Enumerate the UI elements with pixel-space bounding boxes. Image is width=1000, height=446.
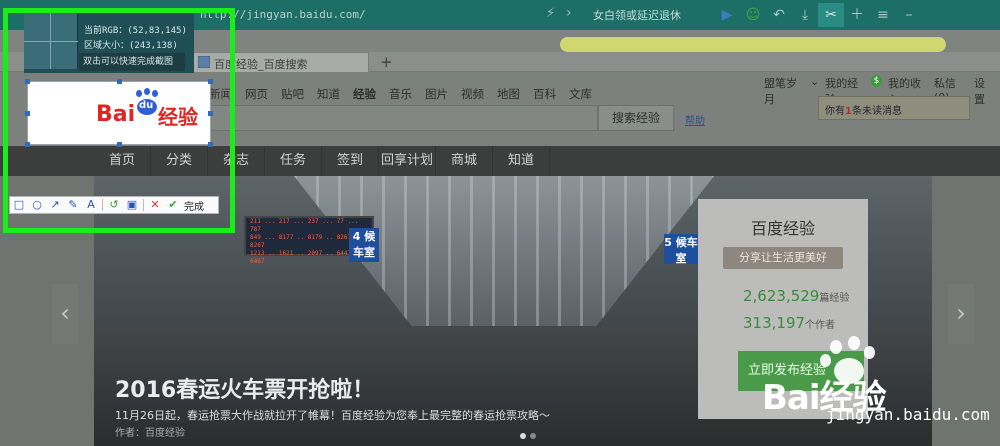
author-count-label: 个作者	[805, 320, 836, 331]
highlight-bar	[560, 37, 946, 52]
waiting-room-sign: 5 候车室	[664, 234, 698, 265]
unread-notice[interactable]: 你有1条未读消息	[818, 96, 970, 120]
search-input[interactable]	[208, 105, 598, 131]
card-slogan: 分享让生活更美好	[723, 247, 843, 269]
nav-wenku[interactable]: 文库	[569, 86, 592, 102]
experience-count-value: 2,623,529	[743, 287, 820, 305]
slide-title[interactable]: 2016春运火车票开抢啦！	[115, 372, 374, 404]
navbar-checkin[interactable]: 签到	[322, 146, 379, 176]
nav-video[interactable]: 视频	[461, 86, 484, 102]
smile-icon[interactable]: ☺	[740, 3, 766, 27]
resize-handle[interactable]	[25, 142, 30, 147]
prev-slide-button[interactable]: ‹	[52, 284, 78, 344]
username[interactable]: 盟笔岁月	[764, 75, 804, 107]
nav-baike[interactable]: 百科	[533, 86, 556, 102]
browser-icon-group: ▶ ☺ ↶ ⤓ ✂ ＋ ≡ –	[714, 3, 922, 27]
browser-search-box[interactable]: 女白领或延迟退休	[585, 4, 710, 24]
notice-count: 1	[845, 106, 852, 117]
card-title: 百度经验	[750, 219, 815, 238]
cancel-icon[interactable]: ✕	[146, 197, 164, 213]
resize-handle[interactable]	[208, 142, 213, 147]
search-button[interactable]: 搜索经验	[598, 105, 674, 131]
money-icon: $	[871, 75, 882, 87]
nav-web[interactable]: 网页	[245, 86, 268, 102]
nav-music[interactable]: 音乐	[389, 86, 412, 102]
settings-link[interactable]: 设置	[974, 75, 994, 107]
browser-search-text: 女白领或延迟退休	[593, 9, 681, 22]
capture-hint: 双击可以快速完成截图	[79, 53, 185, 71]
waiting-room-sign: 4 候车室	[349, 228, 379, 262]
forward-icon[interactable]: ›	[566, 5, 572, 21]
navbar-share-plan[interactable]: 回享计划	[379, 146, 436, 176]
resize-handle[interactable]	[25, 111, 30, 116]
slide-dots	[520, 433, 540, 439]
scissors-icon[interactable]: ✂	[818, 3, 844, 27]
rgb-readout: 当前RGB：(52,83,145)	[84, 26, 187, 36]
minimize-icon[interactable]: –	[896, 3, 922, 27]
nav-map[interactable]: 地图	[497, 86, 520, 102]
next-slide-button[interactable]: ›	[948, 284, 974, 344]
baidu-paw-icon: du	[134, 88, 160, 118]
author-count: 313,197个作者	[743, 314, 835, 332]
undo-tool-icon[interactable]: ↺	[105, 197, 123, 213]
logo-du-text: du	[139, 100, 154, 111]
save-tool-icon[interactable]: ▣	[123, 197, 141, 213]
navbar-zhidao[interactable]: 知道	[493, 146, 550, 176]
capture-toolbar: □ ○ ↗ ✎ A ↺ ▣ ✕ ✔ 完成	[9, 196, 219, 214]
experience-count-label: 篇经验	[819, 293, 850, 304]
slide-dot[interactable]	[520, 433, 526, 439]
notice-suffix: 条未读消息	[851, 106, 902, 117]
nav-jingyan[interactable]: 经验	[353, 86, 376, 102]
size-readout: 区域大小：(243,138)	[84, 41, 178, 51]
rectangle-tool-icon[interactable]: □	[10, 197, 28, 213]
logo-bai-text: Bai	[96, 102, 136, 127]
resize-handle[interactable]	[208, 79, 213, 84]
plus-icon[interactable]: ＋	[844, 3, 870, 27]
nav-images[interactable]: 图片	[425, 86, 448, 102]
capture-selection-area[interactable]: Bai du 经验	[25, 79, 213, 147]
nav-tieba[interactable]: 贴吧	[281, 86, 304, 102]
menu-icon[interactable]: ≡	[870, 3, 896, 27]
brush-tool-icon[interactable]: ✎	[64, 197, 82, 213]
product-nav: 新闻 网页 贴吧 知道 经验 音乐 图片 视频 地图 百科 文库	[209, 86, 605, 102]
download-icon[interactable]: ⤓	[792, 3, 818, 27]
toolbar-divider	[102, 199, 103, 211]
slide-dot[interactable]	[530, 433, 536, 439]
slide-subtitle: 11月26日起，春运抢票大作战就拉开了帷幕！百度经验为您奉上最完整的春运抢票攻略…	[115, 409, 550, 422]
magnifier-preview	[24, 13, 78, 69]
resize-handle[interactable]	[208, 111, 213, 116]
text-tool-icon[interactable]: A	[82, 197, 100, 213]
toolbar-divider	[143, 199, 144, 211]
experience-count: 2,623,529篇经验	[743, 287, 849, 305]
resize-handle[interactable]	[25, 79, 30, 84]
author-count-value: 313,197	[743, 314, 806, 332]
undo-icon[interactable]: ↶	[766, 3, 792, 27]
done-button[interactable]: 完成	[184, 198, 204, 213]
resize-handle[interactable]	[117, 79, 122, 84]
navbar-mall[interactable]: 商城	[436, 146, 493, 176]
help-link[interactable]: 帮助	[685, 112, 705, 127]
flash-icon[interactable]: ⚡	[546, 6, 555, 21]
nav-zhidao[interactable]: 知道	[317, 86, 340, 102]
done-check-icon[interactable]: ✔	[164, 197, 182, 213]
new-tab-button[interactable]: +	[380, 53, 393, 71]
logo-jingyan-text: 经验	[158, 105, 198, 129]
slide-author: 作者：百度经验	[115, 428, 185, 439]
play-icon[interactable]: ▶	[714, 3, 740, 27]
ellipse-tool-icon[interactable]: ○	[28, 197, 46, 213]
arrow-tool-icon[interactable]: ↗	[46, 197, 64, 213]
notice-prefix: 你有	[825, 106, 845, 117]
navbar-tasks[interactable]: 任务	[265, 146, 322, 176]
resize-handle[interactable]	[117, 142, 122, 147]
watermark-url: jingyan.baidu.com	[826, 405, 990, 424]
